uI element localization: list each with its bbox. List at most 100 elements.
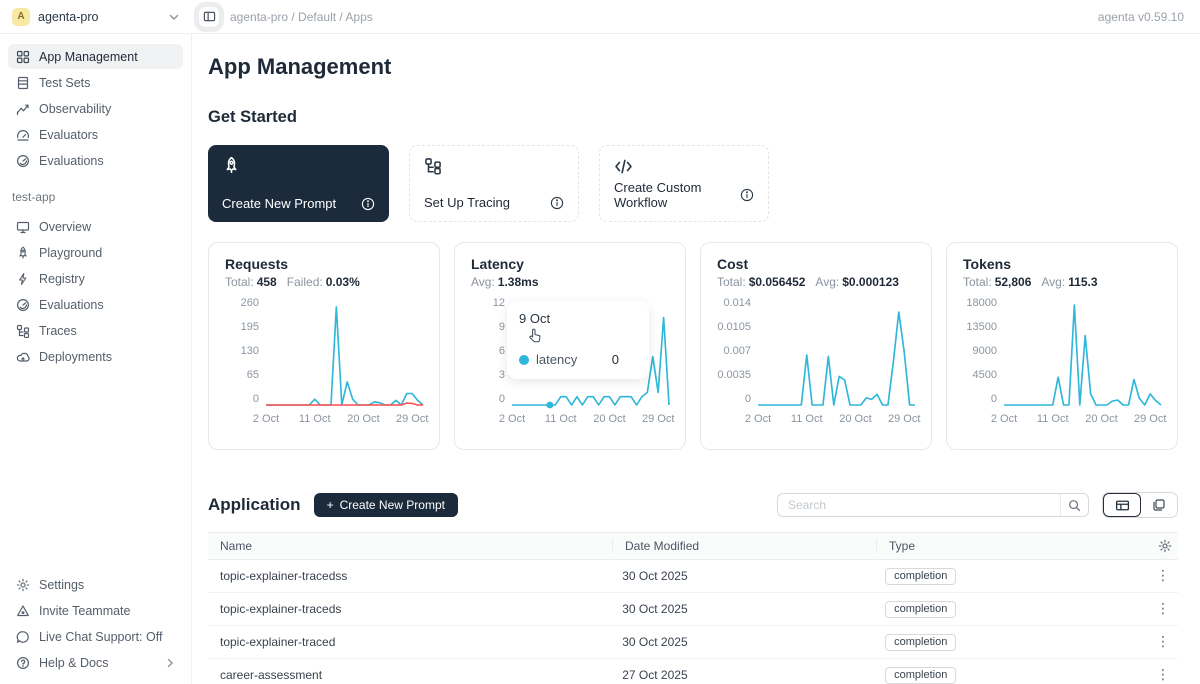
requests-chart-card: Requests Total:458Failed:0.03% 260195130… (208, 242, 440, 450)
info-icon[interactable] (740, 188, 754, 202)
row-menu-button[interactable]: ⋮ (1148, 568, 1178, 584)
app-name-cell: topic-explainer-tracedss (208, 569, 610, 583)
create-new-prompt-card[interactable]: Create New Prompt (208, 145, 389, 222)
type-cell: completion (873, 634, 1136, 651)
sidebar-item-label: Evaluations (39, 154, 104, 168)
row-actions: ⋮ (1136, 568, 1178, 584)
sidebar-item-label: Invite Teammate (39, 604, 130, 618)
sidebar-item-deployments[interactable]: Deployments (8, 344, 183, 369)
column-header-type[interactable]: Type (876, 539, 1140, 553)
tooltip-value: 0 (612, 352, 637, 367)
monitor-icon (16, 220, 30, 234)
sidebar-item-invite-teammate[interactable]: Invite Teammate (8, 598, 183, 623)
sidebar-item-label: Traces (39, 324, 77, 338)
sidebar-item-label: Overview (39, 220, 91, 234)
search-box (777, 493, 1089, 517)
main-content: App Management Get Started Create New Pr… (192, 34, 1200, 684)
view-toggle (1102, 492, 1178, 518)
type-cell: completion (873, 667, 1136, 684)
sidebar-item-evaluations[interactable]: Evaluations (8, 148, 183, 173)
breadcrumb[interactable]: agenta-pro / Default / Apps (230, 10, 373, 24)
lightning-icon (16, 272, 30, 286)
table-view-button[interactable] (1103, 493, 1141, 517)
sidebar-collapse-button[interactable] (198, 6, 220, 28)
row-menu-button[interactable]: ⋮ (1148, 601, 1178, 617)
sidebar-item-live-chat[interactable]: Live Chat Support: Off (8, 624, 183, 649)
cursor-hand-icon (527, 328, 542, 344)
sidebar-item-playground[interactable]: Playground (8, 240, 183, 265)
sidebar-item-settings[interactable]: Settings (8, 572, 183, 597)
table-body: topic-explainer-tracedss30 Oct 2025compl… (208, 560, 1178, 684)
workspace-name: agenta-pro (38, 10, 160, 24)
sidebar-item-overview[interactable]: Overview (8, 214, 183, 239)
date-modified-cell: 30 Oct 2025 (610, 602, 873, 616)
row-menu-button[interactable]: ⋮ (1148, 634, 1178, 650)
table-header: Name Date Modified Type (208, 532, 1178, 560)
latency-chart-card: Latency Avg:1.38ms 129630 2 Oct11 Oct20 … (454, 242, 686, 450)
chart-title: Tokens (963, 256, 1161, 272)
column-settings[interactable] (1140, 539, 1178, 553)
y-axis-ticks: 0.0140.01050.0070.00350 (717, 297, 751, 405)
column-header-date-modified[interactable]: Date Modified (612, 539, 876, 553)
chart-stat: Avg:115.3 (1041, 275, 1097, 289)
sidebar-item-observability[interactable]: Observability (8, 96, 183, 121)
gear-icon (1158, 539, 1172, 553)
date-modified-cell: 30 Oct 2025 (610, 569, 873, 583)
chart-title: Requests (225, 256, 423, 272)
search-icon[interactable] (1060, 494, 1088, 516)
sidebar-item-app-management[interactable]: App Management (8, 44, 183, 69)
row-menu-button[interactable]: ⋮ (1148, 667, 1178, 683)
application-heading: Application (208, 495, 301, 515)
chart-stat: Total:$0.056452 (717, 275, 805, 289)
sidebar-item-app-evaluations[interactable]: Evaluations (8, 292, 183, 317)
row-actions: ⋮ (1136, 667, 1178, 683)
sidebar-item-evaluators[interactable]: Evaluators (8, 122, 183, 147)
chart-stats: Total:458Failed:0.03% (225, 275, 423, 289)
table-row[interactable]: topic-explainer-tracedss30 Oct 2025compl… (208, 560, 1178, 593)
table-row[interactable]: topic-explainer-traceds30 Oct 2025comple… (208, 593, 1178, 626)
card-label: Create Custom Workflow (614, 180, 740, 210)
tree-icon (424, 157, 564, 175)
info-icon[interactable] (361, 197, 375, 211)
set-up-tracing-card[interactable]: Set Up Tracing (409, 145, 579, 222)
cost-chart-card: Cost Total:$0.056452Avg:$0.000123 0.0140… (700, 242, 932, 450)
workspace-selector[interactable]: A agenta-pro (0, 0, 192, 33)
chevron-down-icon (168, 11, 180, 23)
y-axis-ticks: 260195130650 (225, 297, 259, 405)
gear-icon (16, 578, 30, 592)
sidebar-item-test-sets[interactable]: Test Sets (8, 70, 183, 95)
sidebar-item-label: App Management (39, 50, 138, 64)
chat-icon (16, 630, 30, 644)
sidebar-item-label: Live Chat Support: Off (39, 630, 162, 644)
observability-icon (16, 102, 30, 116)
code-icon (614, 157, 754, 176)
search-input[interactable] (778, 498, 1060, 512)
x-axis-labels: 2 Oct11 Oct20 Oct29 Oct (512, 413, 669, 427)
sidebar-item-traces[interactable]: Traces (8, 318, 183, 343)
app-name-cell: career-assessment (208, 668, 610, 682)
type-badge: completion (885, 667, 956, 684)
page-title: App Management (208, 54, 1178, 80)
create-custom-workflow-card[interactable]: Create Custom Workflow (599, 145, 769, 222)
card-view-button[interactable] (1141, 493, 1177, 517)
create-new-prompt-button[interactable]: + Create New Prompt (314, 493, 458, 517)
sidebar-item-help-docs[interactable]: Help & Docs (8, 650, 183, 675)
type-badge: completion (885, 601, 956, 618)
card-label: Create New Prompt (222, 196, 336, 211)
sidebar-item-label: Test Sets (39, 76, 90, 90)
get-started-heading: Get Started (208, 108, 1178, 127)
chart-title: Latency (471, 256, 669, 272)
application-header: Application + Create New Prompt (208, 492, 1178, 518)
sidebar-item-registry[interactable]: Registry (8, 266, 183, 291)
help-icon (16, 656, 30, 670)
workspace-avatar: A (12, 8, 30, 26)
table-row[interactable]: topic-explainer-traced30 Oct 2025complet… (208, 626, 1178, 659)
type-cell: completion (873, 568, 1136, 585)
table-row[interactable]: career-assessment27 Oct 2025completion⋮ (208, 659, 1178, 684)
create-button-label: Create New Prompt (340, 498, 445, 512)
speedometer-icon (16, 154, 30, 168)
column-header-name[interactable]: Name (208, 539, 612, 553)
info-icon[interactable] (550, 196, 564, 210)
chart-stat: Failed:0.03% (287, 275, 360, 289)
row-actions: ⋮ (1136, 601, 1178, 617)
